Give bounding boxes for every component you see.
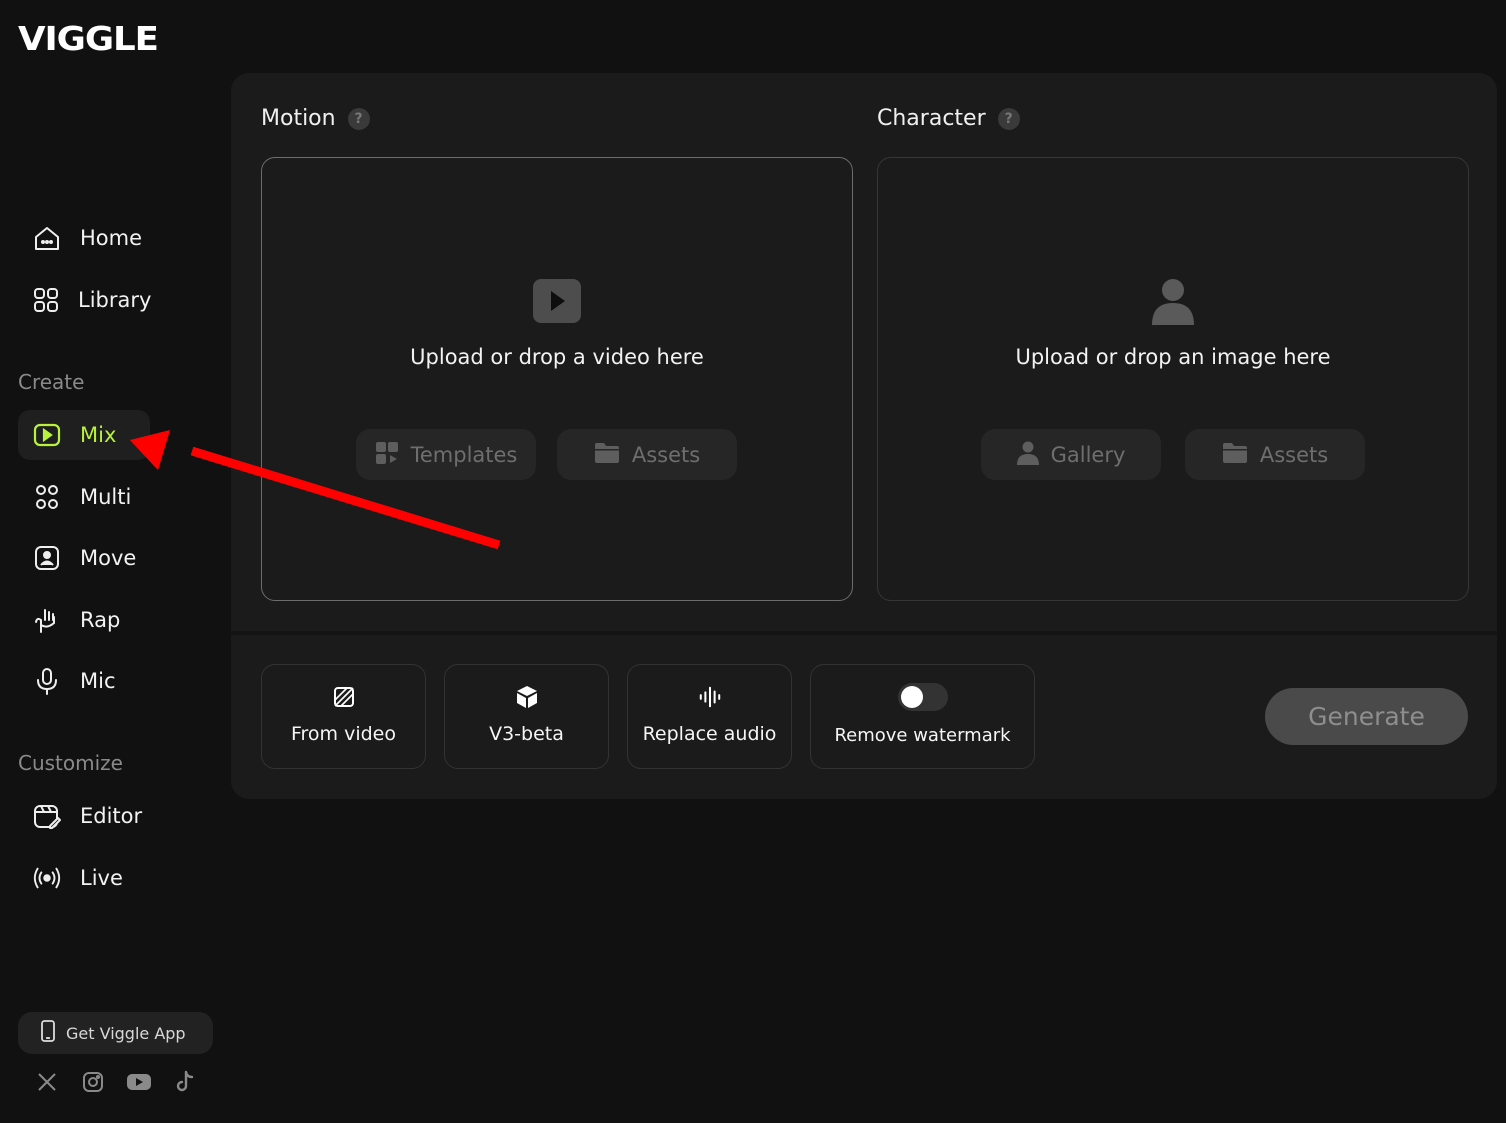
gallery-person-icon: [1016, 441, 1039, 469]
sidebar-item-editor[interactable]: Editor: [18, 791, 150, 841]
video-play-icon: [532, 278, 582, 328]
templates-button[interactable]: Templates: [356, 429, 536, 480]
home-icon: [32, 223, 62, 253]
sidebar-item-label: Multi: [80, 485, 132, 509]
from-video-icon: [332, 685, 356, 709]
character-assets-button[interactable]: Assets: [1185, 429, 1365, 480]
sidebar-item-label: Home: [80, 226, 143, 250]
mic-icon: [32, 666, 62, 696]
x-icon[interactable]: [34, 1068, 60, 1096]
folder-icon: [1222, 442, 1248, 468]
sidebar-item-multi[interactable]: Multi: [18, 472, 150, 522]
motion-drop-text: Upload or drop a video here: [410, 345, 704, 369]
character-drop-text: Upload or drop an image here: [1015, 345, 1331, 369]
get-viggle-app-button[interactable]: Get Viggle App: [18, 1012, 213, 1054]
library-icon: [32, 285, 60, 315]
sidebar-item-library[interactable]: Library: [18, 275, 152, 325]
motion-assets-button[interactable]: Assets: [557, 429, 737, 480]
sidebar-item-label: Library: [78, 288, 152, 312]
templates-icon: [375, 441, 399, 469]
motion-dropzone[interactable]: Upload or drop a video here Templates As…: [261, 157, 853, 601]
sidebar-item-label: Mic: [80, 669, 116, 693]
get-app-label: Get Viggle App: [66, 1023, 186, 1043]
sidebar-item-label: Mix: [80, 423, 117, 447]
motion-help-icon[interactable]: ?: [347, 107, 370, 130]
sidebar-item-move[interactable]: Move: [18, 533, 150, 583]
cube-icon: [515, 685, 539, 709]
sidebar-item-label: Rap: [80, 608, 121, 632]
person-icon: [1151, 278, 1195, 330]
gallery-button[interactable]: Gallery: [981, 429, 1161, 480]
sidebar-item-mic[interactable]: Mic: [18, 656, 150, 706]
move-icon: [32, 543, 62, 573]
multi-icon: [32, 482, 62, 512]
social-links: [34, 1068, 198, 1096]
create-section-label: Create: [18, 370, 85, 394]
instagram-icon[interactable]: [80, 1068, 106, 1096]
character-help-icon[interactable]: ?: [997, 107, 1020, 130]
character-dropzone[interactable]: Upload or drop an image here Gallery Ass…: [877, 157, 1469, 601]
main-panel: Motion ? Character ? Upload or drop a vi…: [231, 73, 1497, 799]
replace-audio-option[interactable]: Replace audio: [627, 664, 792, 769]
sidebar-item-mix[interactable]: Mix: [18, 410, 150, 460]
remove-watermark-toggle[interactable]: [897, 683, 948, 711]
customize-section-label: Customize: [18, 751, 123, 775]
sidebar-item-rap[interactable]: Rap: [18, 595, 150, 645]
from-video-option[interactable]: From video: [261, 664, 426, 769]
motion-title: Motion ?: [261, 106, 370, 131]
model-option[interactable]: V3-beta: [444, 664, 609, 769]
sidebar-item-label: Live: [80, 866, 123, 890]
tiktok-icon[interactable]: [172, 1068, 198, 1096]
rap-icon: [32, 605, 62, 635]
live-icon: [32, 863, 62, 893]
youtube-icon[interactable]: [126, 1068, 152, 1096]
editor-icon: [32, 801, 62, 831]
sidebar: Home Library Create Mix Multi Move Rap M…: [0, 0, 230, 1123]
toggle-knob: [900, 686, 923, 708]
remove-watermark-option[interactable]: Remove watermark: [810, 664, 1035, 769]
panel-divider: [231, 631, 1497, 635]
sidebar-item-label: Editor: [80, 804, 143, 828]
mix-icon: [32, 420, 62, 450]
sidebar-item-live[interactable]: Live: [18, 853, 150, 903]
phone-icon: [40, 1020, 56, 1046]
generate-button[interactable]: Generate: [1265, 688, 1468, 745]
folder-icon: [594, 442, 620, 468]
audio-waveform-icon: [698, 685, 722, 709]
character-title: Character ?: [877, 106, 1020, 131]
sidebar-item-home[interactable]: Home: [18, 213, 150, 263]
sidebar-item-label: Move: [80, 546, 137, 570]
